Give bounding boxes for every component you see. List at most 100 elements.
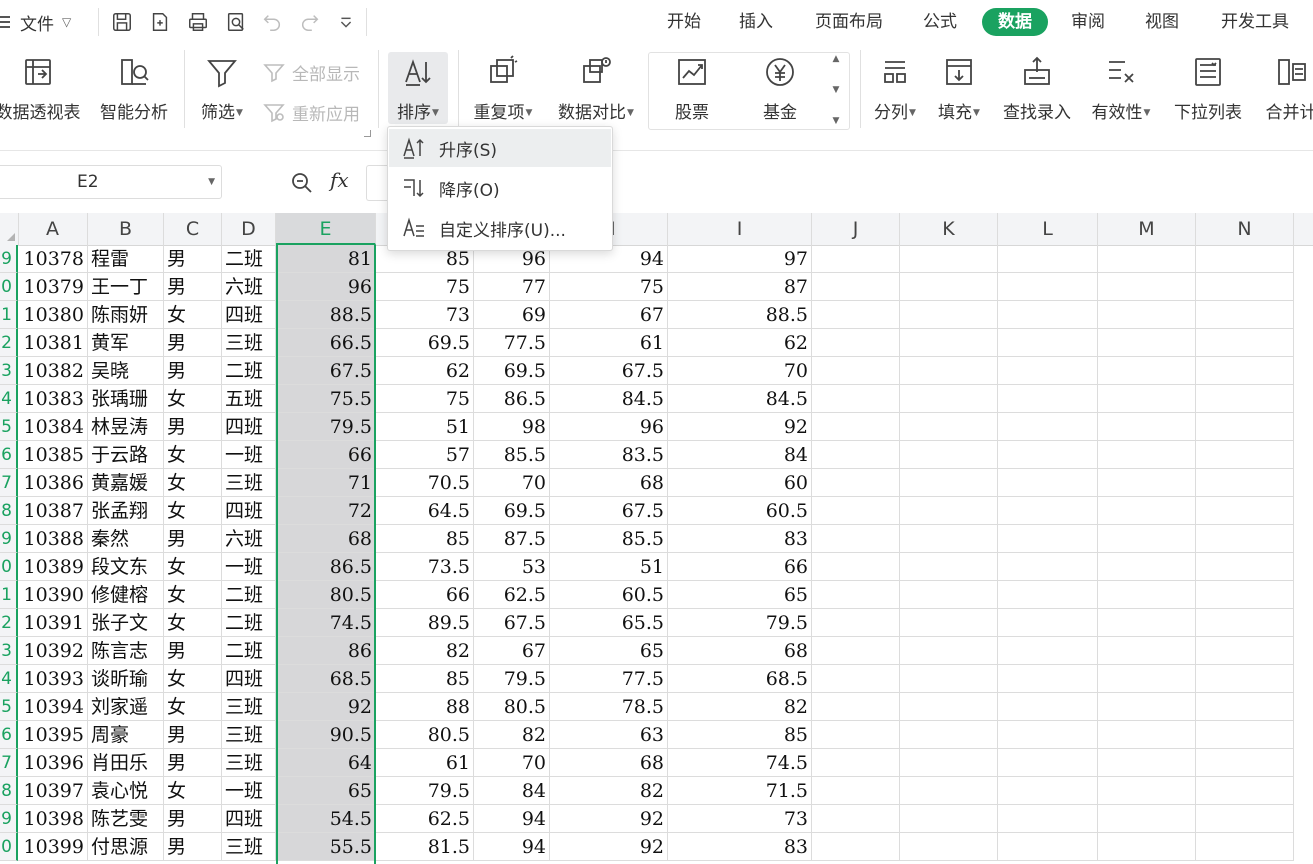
cell-i[interactable]: 70 [668,357,812,385]
cell-j[interactable] [812,469,900,497]
cell-j[interactable] [812,525,900,553]
cell-n[interactable] [1196,469,1294,497]
cell-d[interactable]: 一班 [222,553,276,581]
cell-h[interactable]: 67 [550,301,668,329]
row-header[interactable]: 6 [0,441,18,469]
print-icon[interactable] [184,8,212,36]
cell-h[interactable]: 96 [550,413,668,441]
row-header[interactable]: 2 [0,329,18,357]
cell-n[interactable] [1196,805,1294,833]
cell-k[interactable] [900,441,998,469]
cell-a[interactable]: 10395 [18,721,88,749]
cell-e[interactable]: 92 [276,693,376,721]
cell-n[interactable] [1196,833,1294,861]
cell-n[interactable] [1196,721,1294,749]
cell-f[interactable]: 73.5 [376,553,474,581]
cell-h[interactable]: 92 [550,833,668,861]
cell-g[interactable]: 69.5 [474,497,550,525]
cell-g[interactable]: 86.5 [474,385,550,413]
row-header[interactable]: 6 [0,721,18,749]
cell-d[interactable]: 二班 [222,245,276,273]
dropdown-list-button[interactable]: 下拉列表 [1168,52,1248,124]
row-header[interactable]: 2 [0,609,18,637]
cell-i[interactable]: 82 [668,693,812,721]
cell-n[interactable] [1196,609,1294,637]
dropdown-arrow-icon[interactable]: ▼ [432,108,439,118]
cell-c[interactable]: 男 [164,413,222,441]
cell-j[interactable] [812,357,900,385]
cell-m[interactable] [1098,245,1196,273]
cell-a[interactable]: 10396 [18,749,88,777]
cell-m[interactable] [1098,329,1196,357]
tab-page-layout[interactable]: 页面布局 [808,8,890,36]
cell-i[interactable]: 84 [668,441,812,469]
cell-d[interactable]: 二班 [222,357,276,385]
cell-k[interactable] [900,721,998,749]
cell-d[interactable]: 三班 [222,469,276,497]
cell-l[interactable] [998,441,1098,469]
cell-e[interactable]: 80.5 [276,581,376,609]
cell-b[interactable]: 付思源 [88,833,164,861]
cell-h[interactable]: 77.5 [550,665,668,693]
column-header-a[interactable]: A [18,213,88,245]
cell-b[interactable]: 陈雨妍 [88,301,164,329]
cell-l[interactable] [998,609,1098,637]
cell-d[interactable]: 二班 [222,581,276,609]
cell-e[interactable]: 66.5 [276,329,376,357]
row-header[interactable]: 0 [0,833,18,861]
cell-b[interactable]: 刘家遥 [88,693,164,721]
cell-k[interactable] [900,357,998,385]
cell-e[interactable]: 54.5 [276,805,376,833]
cell-g[interactable]: 77 [474,273,550,301]
cell-f[interactable]: 61 [376,749,474,777]
cell-c[interactable]: 女 [164,441,222,469]
cell-h[interactable]: 67.5 [550,497,668,525]
cell-k[interactable] [900,777,998,805]
filter-button[interactable]: 筛选▼ [196,52,248,124]
cell-f[interactable]: 85 [376,525,474,553]
cell-l[interactable] [998,693,1098,721]
cell-g[interactable]: 80.5 [474,693,550,721]
row-header[interactable]: 4 [0,665,18,693]
column-header-c[interactable]: C [164,213,222,245]
cell-m[interactable] [1098,469,1196,497]
cell-l[interactable] [998,833,1098,861]
cell-k[interactable] [900,581,998,609]
cell-f[interactable]: 81.5 [376,833,474,861]
cell-d[interactable]: 四班 [222,665,276,693]
customize-toolbar-icon[interactable] [332,8,360,36]
column-header-l[interactable]: L [998,213,1098,245]
cell-c[interactable]: 男 [164,273,222,301]
print-preview-icon[interactable] [222,8,250,36]
redo-icon[interactable] [296,8,324,36]
cell-k[interactable] [900,329,998,357]
cell-h[interactable]: 67.5 [550,357,668,385]
cell-a[interactable]: 10381 [18,329,88,357]
cell-d[interactable]: 四班 [222,413,276,441]
cell-j[interactable] [812,385,900,413]
sort-ascending-item[interactable]: 升序(S) [389,129,611,167]
cell-m[interactable] [1098,273,1196,301]
row-header[interactable]: 0 [0,273,18,301]
cell-j[interactable] [812,777,900,805]
cell-k[interactable] [900,833,998,861]
row-header[interactable]: 4 [0,385,18,413]
cell-f[interactable]: 62.5 [376,805,474,833]
cell-n[interactable] [1196,525,1294,553]
row-header[interactable]: 9 [0,805,18,833]
fill-button[interactable]: 填充▼ [932,52,986,124]
cell-b[interactable]: 张瑀珊 [88,385,164,413]
cell-m[interactable] [1098,553,1196,581]
column-header-e[interactable]: E [276,213,376,245]
pivot-table-button[interactable]: 数据透视表 [0,52,84,124]
cell-d[interactable]: 五班 [222,385,276,413]
cell-l[interactable] [998,637,1098,665]
cell-g[interactable]: 70 [474,469,550,497]
cell-m[interactable] [1098,413,1196,441]
row-header[interactable]: 7 [0,749,18,777]
cell-j[interactable] [812,273,900,301]
cell-c[interactable]: 男 [164,329,222,357]
cell-g[interactable]: 94 [474,805,550,833]
cell-l[interactable] [998,665,1098,693]
cell-i[interactable]: 85 [668,721,812,749]
